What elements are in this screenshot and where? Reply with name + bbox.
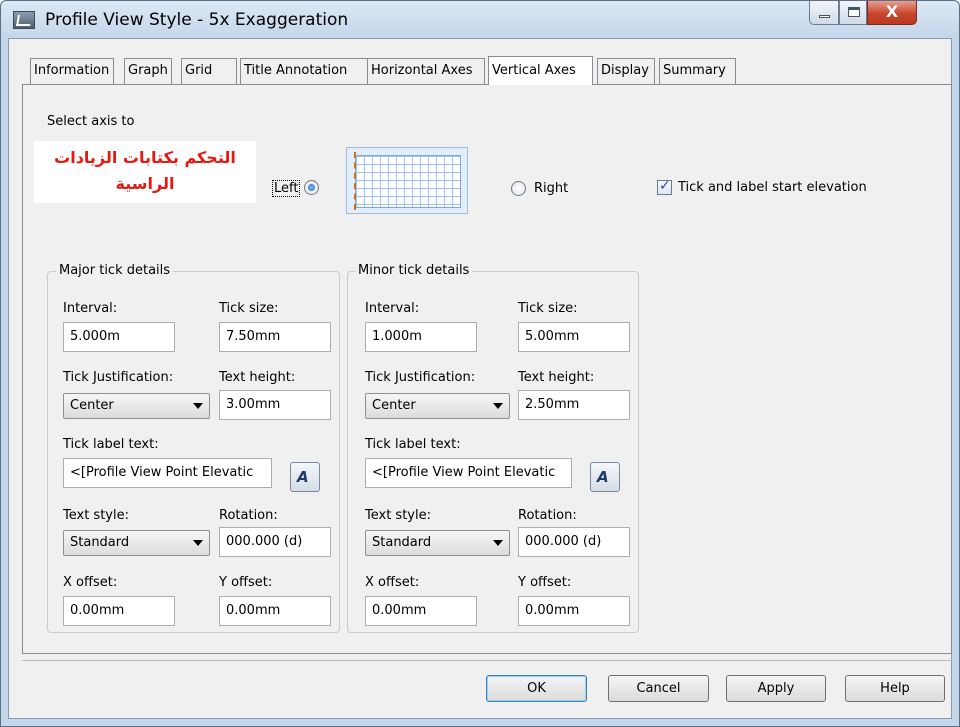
major-text-height-field[interactable]: 3.00mm (219, 390, 331, 420)
help-button[interactable]: Help (845, 675, 945, 702)
tick-start-elevation-checkbox[interactable]: ✓ (657, 178, 672, 195)
minor-text-style-label: Text style: (365, 508, 431, 523)
minor-y-offset-field[interactable]: 0.00mm (518, 596, 630, 626)
tab-vertical-axes[interactable]: Vertical Axes (488, 56, 593, 85)
major-rotation-label: Rotation: (219, 508, 278, 523)
major-tick-size-label: Tick size: (219, 301, 279, 316)
footer-divider (22, 660, 952, 661)
major-justification-dropdown[interactable]: Center (63, 393, 210, 419)
tab-title-annotation[interactable]: Title Annotation (240, 58, 385, 84)
axis-preview-grid (355, 155, 461, 208)
minimize-icon (819, 15, 830, 18)
text-editor-icon: A (597, 468, 609, 486)
chevron-down-icon (193, 540, 203, 546)
major-text-height-label: Text height: (219, 370, 296, 385)
chevron-down-icon (493, 403, 503, 409)
minor-justification-value: Center (372, 398, 416, 413)
major-y-offset-label: Y offset: (219, 575, 273, 590)
tab-information[interactable]: Information (30, 58, 114, 84)
minor-text-editor-button[interactable]: A (590, 462, 620, 492)
major-interval-label: Interval: (63, 301, 118, 316)
chevron-down-icon (193, 403, 203, 409)
ok-button[interactable]: OK (486, 675, 587, 702)
title-bar[interactable]: Profile View Style - 5x Exaggeration X (1, 1, 959, 39)
minor-rotation-field[interactable]: 000.000 (d) (518, 527, 630, 557)
cancel-button[interactable]: Cancel (608, 675, 709, 702)
major-y-offset-field[interactable]: 0.00mm (219, 596, 331, 626)
arabic-annotation-line2: الراسية (115, 174, 175, 193)
minor-x-offset-field[interactable]: 0.00mm (365, 596, 477, 626)
major-interval-field[interactable]: 5.000m (63, 322, 175, 352)
minor-tick-title: Minor tick details (355, 263, 473, 278)
major-x-offset-label: X offset: (63, 575, 118, 590)
tab-summary[interactable]: Summary (659, 58, 736, 84)
axis-preview (346, 147, 468, 214)
apply-button[interactable]: Apply (726, 675, 826, 702)
minor-text-style-dropdown[interactable]: Standard (365, 530, 510, 556)
minor-text-style-value: Standard (372, 535, 432, 550)
checkmark-icon: ✓ (659, 178, 671, 194)
minor-tick-size-label: Tick size: (518, 301, 578, 316)
major-rotation-field[interactable]: 000.000 (d) (219, 527, 331, 557)
tick-start-elevation-label[interactable]: Tick and label start elevation (678, 180, 867, 195)
minimize-button[interactable] (809, 1, 839, 25)
major-tick-label-text-label: Tick label text: (63, 437, 159, 452)
major-tick-size-field[interactable]: 7.50mm (219, 322, 331, 352)
major-justification-value: Center (70, 398, 114, 413)
select-axis-label: Select axis to (47, 114, 135, 129)
tab-grid[interactable]: Grid (181, 58, 237, 84)
major-tick-title: Major tick details (56, 263, 174, 278)
minor-interval-label: Interval: (365, 301, 420, 316)
minor-tick-label-text-label: Tick label text: (365, 437, 461, 452)
minor-justification-dropdown[interactable]: Center (365, 393, 510, 419)
major-x-offset-field[interactable]: 0.00mm (63, 596, 175, 626)
tab-horizontal-axes[interactable]: Horizontal Axes (367, 58, 485, 84)
minor-tick-label-text-field[interactable]: <[Profile View Point Elevatic (365, 458, 572, 488)
axis-preview-ticks (349, 152, 356, 210)
major-text-style-label: Text style: (63, 508, 129, 523)
arabic-annotation-line1: التحكم بكتابات الزيادات (54, 148, 236, 167)
text-editor-icon: A (297, 468, 309, 486)
left-axis-radio[interactable] (304, 180, 319, 195)
maximize-button[interactable] (839, 1, 867, 25)
window-title: Profile View Style - 5x Exaggeration (45, 10, 349, 30)
minor-x-offset-label: X offset: (365, 575, 420, 590)
minor-justification-label: Tick Justification: (365, 370, 476, 385)
major-text-style-value: Standard (70, 535, 130, 550)
tab-display[interactable]: Display (597, 58, 655, 84)
maximize-icon (848, 7, 860, 17)
chevron-down-icon (493, 540, 503, 546)
minor-text-height-field[interactable]: 2.50mm (518, 390, 630, 420)
minor-y-offset-label: Y offset: (518, 575, 572, 590)
close-icon: X (885, 2, 899, 21)
close-button[interactable]: X (867, 1, 917, 25)
arabic-annotation: التحكم بكتابات الزيادات الراسية (34, 141, 256, 203)
major-tick-label-text-field[interactable]: <[Profile View Point Elevatic (63, 458, 272, 488)
major-justification-label: Tick Justification: (63, 370, 174, 385)
major-text-editor-button[interactable]: A (290, 462, 320, 492)
app-icon[interactable] (13, 11, 35, 29)
minor-tick-size-field[interactable]: 5.00mm (518, 322, 630, 352)
major-text-style-dropdown[interactable]: Standard (63, 530, 210, 556)
minor-rotation-label: Rotation: (518, 508, 577, 523)
minor-interval-field[interactable]: 1.000m (365, 322, 477, 352)
left-axis-label[interactable]: Left (272, 180, 301, 197)
minor-text-height-label: Text height: (518, 370, 595, 385)
tab-graph[interactable]: Graph (124, 58, 172, 84)
right-axis-radio[interactable] (511, 181, 526, 196)
right-axis-label[interactable]: Right (534, 181, 568, 196)
